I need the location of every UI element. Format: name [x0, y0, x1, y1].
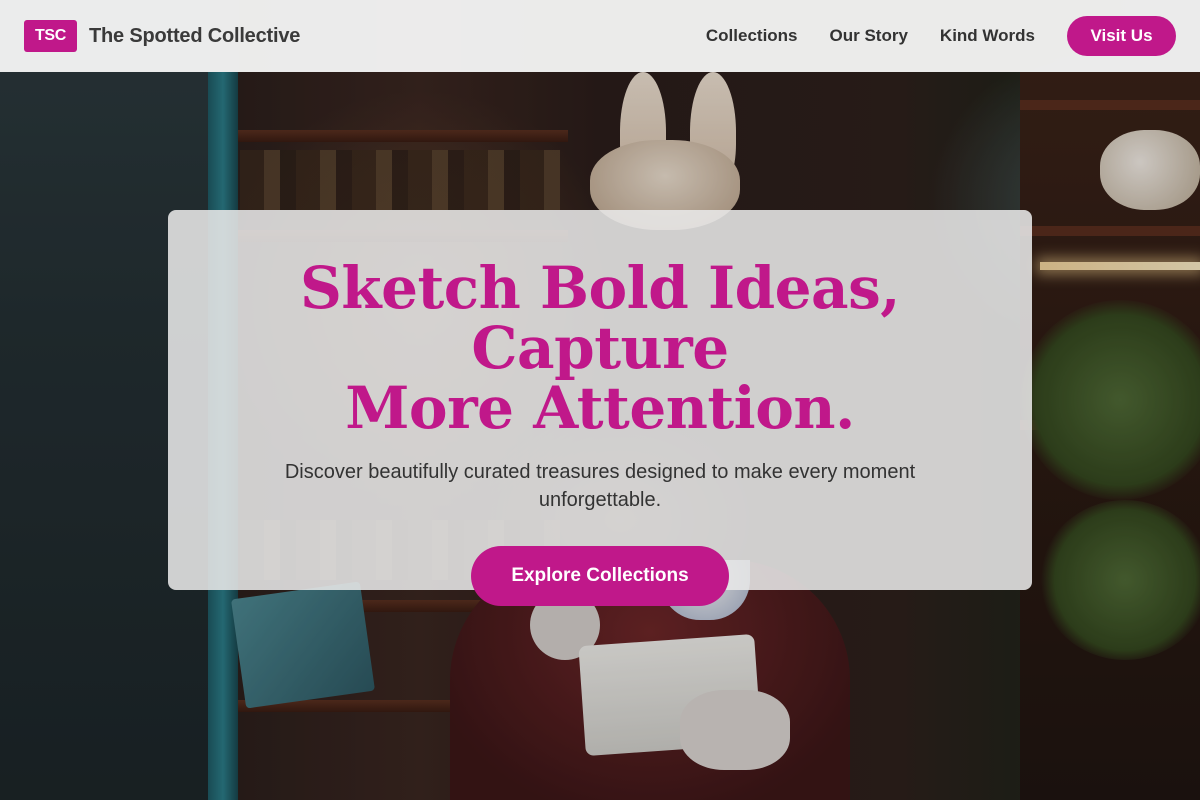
- hero-title: Sketch Bold Ideas, Capture More Attentio…: [168, 258, 1032, 438]
- hero-subtitle: Discover beautifully curated treasures d…: [284, 461, 916, 511]
- hero-title-line-1: Sketch Bold Ideas, Capture: [300, 254, 900, 382]
- hero-title-line-2: More Attention.: [345, 374, 855, 442]
- visit-us-button[interactable]: Visit Us: [1067, 16, 1176, 56]
- main-nav: Collections Our Story Kind Words Visit U…: [706, 16, 1176, 56]
- brand-name: The Spotted Collective: [89, 24, 301, 47]
- site-header: TSC The Spotted Collective Collections O…: [0, 0, 1200, 72]
- landing-page: TSC The Spotted Collective Collections O…: [0, 0, 1200, 800]
- nav-link-kind-words[interactable]: Kind Words: [940, 26, 1035, 46]
- explore-collections-button[interactable]: Explore Collections: [471, 546, 729, 606]
- nav-link-our-story[interactable]: Our Story: [830, 26, 908, 46]
- logo-badge: TSC: [24, 20, 77, 52]
- brand-link[interactable]: TSC The Spotted Collective: [24, 20, 300, 52]
- hero-card: Sketch Bold Ideas, Capture More Attentio…: [168, 210, 1032, 606]
- nav-link-collections[interactable]: Collections: [706, 26, 798, 46]
